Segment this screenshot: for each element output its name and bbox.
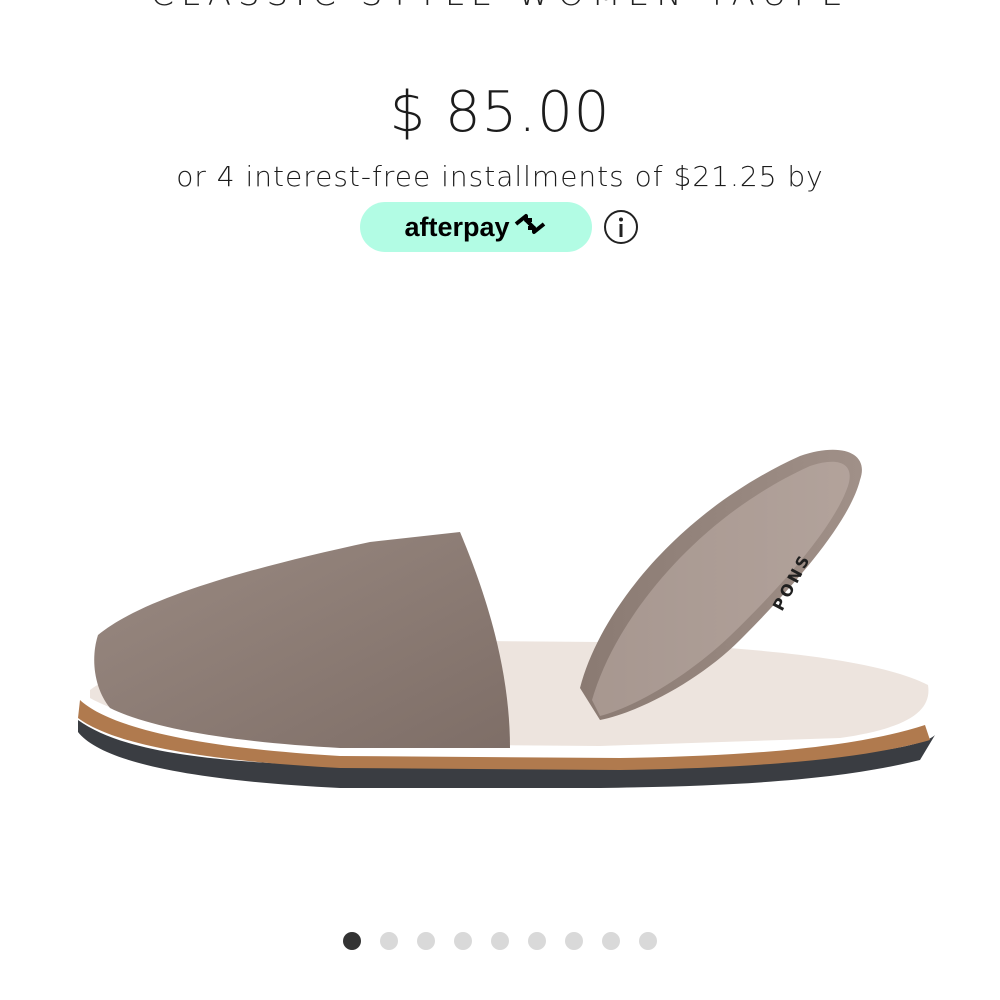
- afterpay-badge[interactable]: afterpay: [360, 202, 592, 252]
- carousel-dot[interactable]: [491, 932, 509, 950]
- afterpay-arrows-icon: [512, 209, 548, 246]
- product-title: CLASSIC STYLE WOMEN TAUPE: [0, 0, 1000, 14]
- carousel-dot[interactable]: [454, 932, 472, 950]
- carousel-dot[interactable]: [417, 932, 435, 950]
- afterpay-row: afterpay: [0, 202, 1000, 252]
- info-icon[interactable]: [602, 208, 640, 246]
- carousel-dot[interactable]: [639, 932, 657, 950]
- product-image[interactable]: PONS: [40, 280, 970, 900]
- carousel-dots: [0, 932, 1000, 950]
- carousel-dot[interactable]: [343, 932, 361, 950]
- carousel-dot[interactable]: [380, 932, 398, 950]
- carousel-dot[interactable]: [565, 932, 583, 950]
- carousel-dot[interactable]: [602, 932, 620, 950]
- product-price: $ 85.00: [389, 80, 611, 145]
- carousel-dot[interactable]: [528, 932, 546, 950]
- afterpay-label: afterpay: [404, 211, 510, 242]
- installments-text: or 4 interest-free installments of $21.2…: [176, 160, 824, 193]
